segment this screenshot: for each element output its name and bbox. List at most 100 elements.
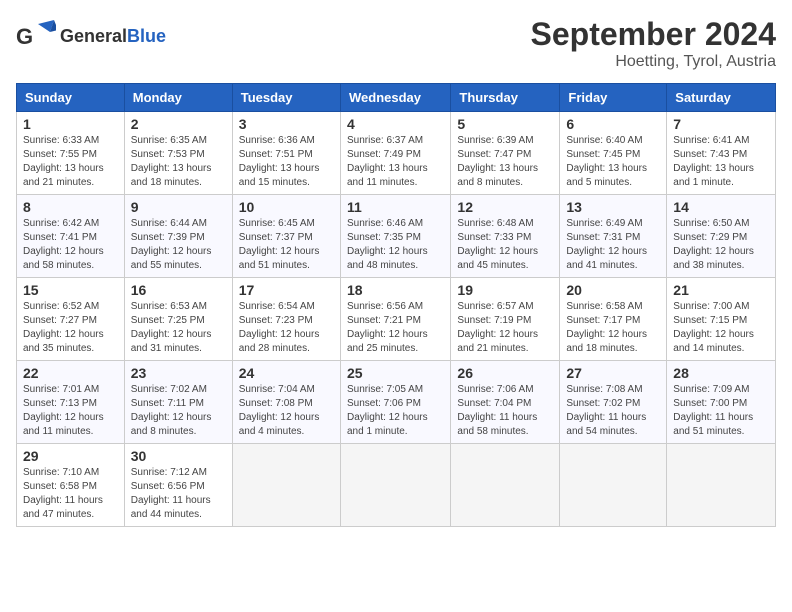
logo-blue: Blue bbox=[127, 26, 166, 46]
day-info: Sunrise: 6:52 AM Sunset: 7:27 PM Dayligh… bbox=[23, 300, 118, 356]
day-info: Sunrise: 6:46 AM Sunset: 7:35 PM Dayligh… bbox=[347, 217, 444, 273]
day-header-thursday: Thursday bbox=[451, 84, 560, 112]
day-number: 26 bbox=[457, 365, 553, 381]
day-info: Sunrise: 6:39 AM Sunset: 7:47 PM Dayligh… bbox=[457, 134, 553, 190]
day-info: Sunrise: 7:09 AM Sunset: 7:00 PM Dayligh… bbox=[673, 383, 769, 439]
logo-general: General bbox=[60, 26, 127, 46]
day-info: Sunrise: 6:56 AM Sunset: 7:21 PM Dayligh… bbox=[347, 300, 444, 356]
calendar-cell: 25Sunrise: 7:05 AM Sunset: 7:06 PM Dayli… bbox=[340, 361, 450, 444]
month-title: September 2024 bbox=[531, 16, 776, 53]
day-info: Sunrise: 6:42 AM Sunset: 7:41 PM Dayligh… bbox=[23, 217, 118, 273]
day-number: 22 bbox=[23, 365, 118, 381]
day-header-sunday: Sunday bbox=[17, 84, 125, 112]
day-number: 4 bbox=[347, 116, 444, 132]
day-number: 7 bbox=[673, 116, 769, 132]
calendar-cell: 19 Sunrise: 6:57 AM Sunset: 7:19 PM Dayli… bbox=[451, 278, 560, 361]
day-number: 20 bbox=[566, 282, 660, 298]
calendar-cell: 4 Sunrise: 6:37 AM Sunset: 7:49 PM Daylig… bbox=[340, 112, 450, 195]
header: G GeneralBlue September 2024 Hoetting, T… bbox=[16, 16, 776, 71]
calendar-cell: 27 Sunrise: 7:08 AM Sunset: 7:02 PM Dayli… bbox=[560, 361, 667, 444]
calendar-cell: 22 Sunrise: 7:01 AM Sunset: 7:13 PM Dayli… bbox=[17, 361, 125, 444]
calendar-week-1: 1Sunrise: 6:33 AM Sunset: 7:55 PM Daylig… bbox=[17, 112, 776, 195]
day-info: Sunrise: 6:50 AM Sunset: 7:29 PM Dayligh… bbox=[673, 217, 769, 273]
day-number: 5 bbox=[457, 116, 553, 132]
day-number: 6 bbox=[566, 116, 660, 132]
day-info: Sunrise: 7:02 AM Sunset: 7:11 PM Dayligh… bbox=[131, 383, 226, 439]
calendar-cell bbox=[667, 444, 776, 527]
day-number: 21 bbox=[673, 282, 769, 298]
calendar-cell: 12 Sunrise: 6:48 AM Sunset: 7:33 PM Dayli… bbox=[451, 195, 560, 278]
day-info: Sunrise: 6:48 AM Sunset: 7:33 PM Dayligh… bbox=[457, 217, 553, 273]
calendar-cell: 28 Sunrise: 7:09 AM Sunset: 7:00 PM Dayli… bbox=[667, 361, 776, 444]
calendar-week-5: 29 Sunrise: 7:10 AM Sunset: 6:58 PM Dayli… bbox=[17, 444, 776, 527]
calendar-cell: 13 Sunrise: 6:49 AM Sunset: 7:31 PM Dayli… bbox=[560, 195, 667, 278]
calendar-cell: 6Sunrise: 6:40 AM Sunset: 7:45 PM Daylig… bbox=[560, 112, 667, 195]
day-info: Sunrise: 6:53 AM Sunset: 7:25 PM Dayligh… bbox=[131, 300, 226, 356]
calendar-cell: 8Sunrise: 6:42 AM Sunset: 7:41 PM Daylig… bbox=[17, 195, 125, 278]
day-number: 29 bbox=[23, 448, 118, 464]
day-header-wednesday: Wednesday bbox=[340, 84, 450, 112]
day-header-monday: Monday bbox=[124, 84, 232, 112]
calendar-cell: 9 Sunrise: 6:44 AM Sunset: 7:39 PM Daylig… bbox=[124, 195, 232, 278]
calendar-cell: 18 Sunrise: 6:56 AM Sunset: 7:21 PM Dayli… bbox=[340, 278, 450, 361]
calendar-cell: 1Sunrise: 6:33 AM Sunset: 7:55 PM Daylig… bbox=[17, 112, 125, 195]
calendar-cell: 26 Sunrise: 7:06 AM Sunset: 7:04 PM Dayli… bbox=[451, 361, 560, 444]
day-number: 24 bbox=[239, 365, 334, 381]
calendar-cell bbox=[340, 444, 450, 527]
calendar-week-2: 8Sunrise: 6:42 AM Sunset: 7:41 PM Daylig… bbox=[17, 195, 776, 278]
day-info: Sunrise: 6:54 AM Sunset: 7:23 PM Dayligh… bbox=[239, 300, 334, 356]
day-number: 9 bbox=[131, 199, 226, 215]
calendar-cell: 30 Sunrise: 7:12 AM Sunset: 6:56 PM Dayli… bbox=[124, 444, 232, 527]
day-number: 27 bbox=[566, 365, 660, 381]
day-info: Sunrise: 6:37 AM Sunset: 7:49 PM Dayligh… bbox=[347, 134, 444, 190]
day-number: 14 bbox=[673, 199, 769, 215]
calendar-cell: 10 Sunrise: 6:45 AM Sunset: 7:37 PM Dayli… bbox=[232, 195, 340, 278]
day-number: 3 bbox=[239, 116, 334, 132]
calendar-cell: 2 Sunrise: 6:35 AM Sunset: 7:53 PM Daylig… bbox=[124, 112, 232, 195]
day-number: 13 bbox=[566, 199, 660, 215]
day-info: Sunrise: 7:08 AM Sunset: 7:02 PM Dayligh… bbox=[566, 383, 660, 439]
calendar-cell: 14 Sunrise: 6:50 AM Sunset: 7:29 PM Dayli… bbox=[667, 195, 776, 278]
day-info: Sunrise: 6:49 AM Sunset: 7:31 PM Dayligh… bbox=[566, 217, 660, 273]
day-info: Sunrise: 7:10 AM Sunset: 6:58 PM Dayligh… bbox=[23, 466, 118, 522]
calendar-week-4: 22 Sunrise: 7:01 AM Sunset: 7:13 PM Dayli… bbox=[17, 361, 776, 444]
day-info: Sunrise: 6:36 AM Sunset: 7:51 PM Dayligh… bbox=[239, 134, 334, 190]
day-info: Sunrise: 6:45 AM Sunset: 7:37 PM Dayligh… bbox=[239, 217, 334, 273]
day-number: 12 bbox=[457, 199, 553, 215]
calendar-cell: 17Sunrise: 6:54 AM Sunset: 7:23 PM Dayli… bbox=[232, 278, 340, 361]
day-number: 10 bbox=[239, 199, 334, 215]
logo-text: GeneralBlue bbox=[60, 26, 166, 47]
svg-text:G: G bbox=[16, 24, 33, 49]
location-title: Hoetting, Tyrol, Austria bbox=[531, 53, 776, 71]
day-info: Sunrise: 7:00 AM Sunset: 7:15 PM Dayligh… bbox=[673, 300, 769, 356]
day-number: 2 bbox=[131, 116, 226, 132]
title-section: September 2024 Hoetting, Tyrol, Austria bbox=[531, 16, 776, 71]
calendar-cell: 20Sunrise: 6:58 AM Sunset: 7:17 PM Dayli… bbox=[560, 278, 667, 361]
day-number: 28 bbox=[673, 365, 769, 381]
day-info: Sunrise: 7:01 AM Sunset: 7:13 PM Dayligh… bbox=[23, 383, 118, 439]
calendar-cell: 15 Sunrise: 6:52 AM Sunset: 7:27 PM Dayli… bbox=[17, 278, 125, 361]
calendar-cell bbox=[451, 444, 560, 527]
calendar-cell bbox=[232, 444, 340, 527]
day-number: 18 bbox=[347, 282, 444, 298]
calendar-cell: 16 Sunrise: 6:53 AM Sunset: 7:25 PM Dayli… bbox=[124, 278, 232, 361]
day-info: Sunrise: 7:06 AM Sunset: 7:04 PM Dayligh… bbox=[457, 383, 553, 439]
day-number: 15 bbox=[23, 282, 118, 298]
header-row: SundayMondayTuesdayWednesdayThursdayFrid… bbox=[17, 84, 776, 112]
day-number: 16 bbox=[131, 282, 226, 298]
day-header-friday: Friday bbox=[560, 84, 667, 112]
day-info: Sunrise: 6:33 AM Sunset: 7:55 PM Dayligh… bbox=[23, 134, 118, 190]
calendar-cell: 11Sunrise: 6:46 AM Sunset: 7:35 PM Dayli… bbox=[340, 195, 450, 278]
day-number: 19 bbox=[457, 282, 553, 298]
day-number: 25 bbox=[347, 365, 444, 381]
day-info: Sunrise: 6:35 AM Sunset: 7:53 PM Dayligh… bbox=[131, 134, 226, 190]
calendar-cell: 21 Sunrise: 7:00 AM Sunset: 7:15 PM Dayli… bbox=[667, 278, 776, 361]
logo-icon: G bbox=[16, 16, 56, 56]
day-number: 30 bbox=[131, 448, 226, 464]
day-info: Sunrise: 7:12 AM Sunset: 6:56 PM Dayligh… bbox=[131, 466, 226, 522]
calendar-cell: 24Sunrise: 7:04 AM Sunset: 7:08 PM Dayli… bbox=[232, 361, 340, 444]
calendar-cell: 3 Sunrise: 6:36 AM Sunset: 7:51 PM Daylig… bbox=[232, 112, 340, 195]
day-info: Sunrise: 6:57 AM Sunset: 7:19 PM Dayligh… bbox=[457, 300, 553, 356]
day-info: Sunrise: 6:41 AM Sunset: 7:43 PM Dayligh… bbox=[673, 134, 769, 190]
day-info: Sunrise: 6:44 AM Sunset: 7:39 PM Dayligh… bbox=[131, 217, 226, 273]
